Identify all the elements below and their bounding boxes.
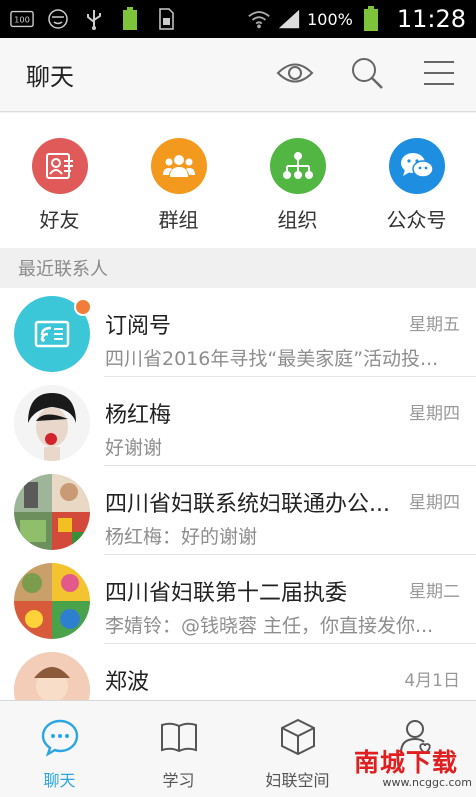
chat-time: 星期五 (409, 315, 460, 335)
quick-groups[interactable]: 群组 (119, 113, 238, 248)
menu-icon (423, 59, 455, 91)
wechat-icon (388, 138, 445, 194)
quick-actions: 好友 群组 组织 公众号 (0, 113, 476, 248)
chat-preview: 好谢谢 (105, 437, 163, 459)
chat-name: 四川省妇联第十二届执委 (105, 581, 348, 606)
signal-icon (277, 8, 301, 30)
recent-contacts-header: 最近联系人 (0, 248, 476, 288)
storage-indicator-icon: 100 (10, 8, 34, 30)
group-avatar-icon (14, 563, 90, 639)
person-photo-icon (14, 385, 90, 461)
group-icon (150, 138, 207, 194)
quick-label-groups: 群组 (158, 208, 199, 232)
battery-small-icon (118, 7, 142, 30)
org-chart-icon (269, 138, 326, 194)
chat-list: 订阅号 星期五 四川省2016年寻找“最美家庭”活动投... 杨红梅 星期四 好… (0, 288, 476, 700)
quick-label-organization: 组织 (277, 208, 318, 232)
page-title: 聊天 (26, 63, 74, 91)
unread-badge (74, 298, 92, 316)
status-right-icons: 100% 11:28 (247, 5, 466, 33)
contact-card-icon (31, 138, 88, 194)
face-status-icon (46, 8, 70, 30)
battery-icon (359, 6, 383, 31)
quick-label-official-accounts: 公众号 (386, 208, 447, 232)
chat-name: 订阅号 (105, 314, 172, 339)
watermark-text: 南城下载 (354, 748, 459, 777)
chat-time: 4月1日 (404, 671, 460, 691)
chat-row-yang-hongmei[interactable]: 杨红梅 星期四 好谢谢 (0, 377, 476, 466)
usb-icon (82, 8, 106, 30)
book-icon (159, 717, 199, 761)
avatar-zheng-bo (14, 652, 90, 700)
eye-button[interactable] (272, 52, 318, 98)
watermark-url: www.ncggc.com (382, 776, 473, 789)
menu-button[interactable] (416, 52, 462, 98)
sim-card-icon (154, 8, 178, 30)
cube-icon (278, 717, 318, 761)
status-bar: 100 100% 11:28 (0, 0, 476, 38)
chat-bubble-icon (40, 717, 80, 761)
tab-study[interactable]: 学习 (119, 701, 238, 797)
chat-preview: 李婧铃：@钱晓蓉 主任，你直接发你... (105, 615, 434, 637)
chat-time: 星期二 (409, 582, 460, 602)
avatar-yang-hongmei (14, 385, 90, 461)
quick-label-friends: 好友 (39, 208, 80, 232)
chat-name: 四川省妇联系统妇联通办公... (105, 492, 390, 517)
group-avatar-icon (14, 474, 90, 550)
status-left-icons: 100 (10, 7, 178, 30)
quick-organization[interactable]: 组织 (238, 113, 357, 248)
status-time: 11:28 (396, 5, 466, 33)
app-header: 聊天 (0, 38, 476, 112)
avatar-group-office (14, 474, 90, 550)
tab-chat[interactable]: 聊天 (0, 701, 119, 797)
quick-friends[interactable]: 好友 (0, 113, 119, 248)
chat-row-subscription[interactable]: 订阅号 星期五 四川省2016年寻找“最美家庭”活动投... (0, 288, 476, 377)
tab-chat-label: 聊天 (43, 771, 76, 790)
chat-preview: 杨红梅：好的谢谢 (105, 526, 258, 548)
chat-row-group-office[interactable]: 四川省妇联系统妇联通办公... 星期四 杨红梅：好的谢谢 (0, 466, 476, 555)
site-watermark: 南城下载 www.ncggc.com (354, 750, 472, 794)
avatar-executive-committee (14, 563, 90, 639)
chat-name: 杨红梅 (105, 403, 172, 428)
chat-time: 星期四 (409, 493, 460, 513)
chat-row-executive-committee[interactable]: 四川省妇联第十二届执委 星期二 李婧铃：@钱晓蓉 主任，你直接发你... (0, 555, 476, 644)
battery-percent: 100% (307, 9, 353, 29)
chat-row-zheng-bo[interactable]: 郑波 4月1日 (0, 644, 476, 700)
chat-name: 郑波 (105, 670, 150, 695)
tab-federation-space[interactable]: 妇联空间 (238, 701, 357, 797)
chat-preview: 四川省2016年寻找“最美家庭”活动投... (105, 348, 439, 370)
search-button[interactable] (344, 52, 390, 98)
tab-federation-space-label: 妇联空间 (265, 771, 330, 790)
tab-study-label: 学习 (162, 771, 195, 790)
quick-official-accounts[interactable]: 公众号 (357, 113, 476, 248)
chat-time: 星期四 (409, 404, 460, 424)
search-icon (350, 56, 384, 94)
svg-text:100: 100 (14, 15, 30, 25)
eye-icon (276, 60, 314, 90)
person-photo-icon (14, 652, 90, 700)
wifi-icon (247, 8, 271, 30)
